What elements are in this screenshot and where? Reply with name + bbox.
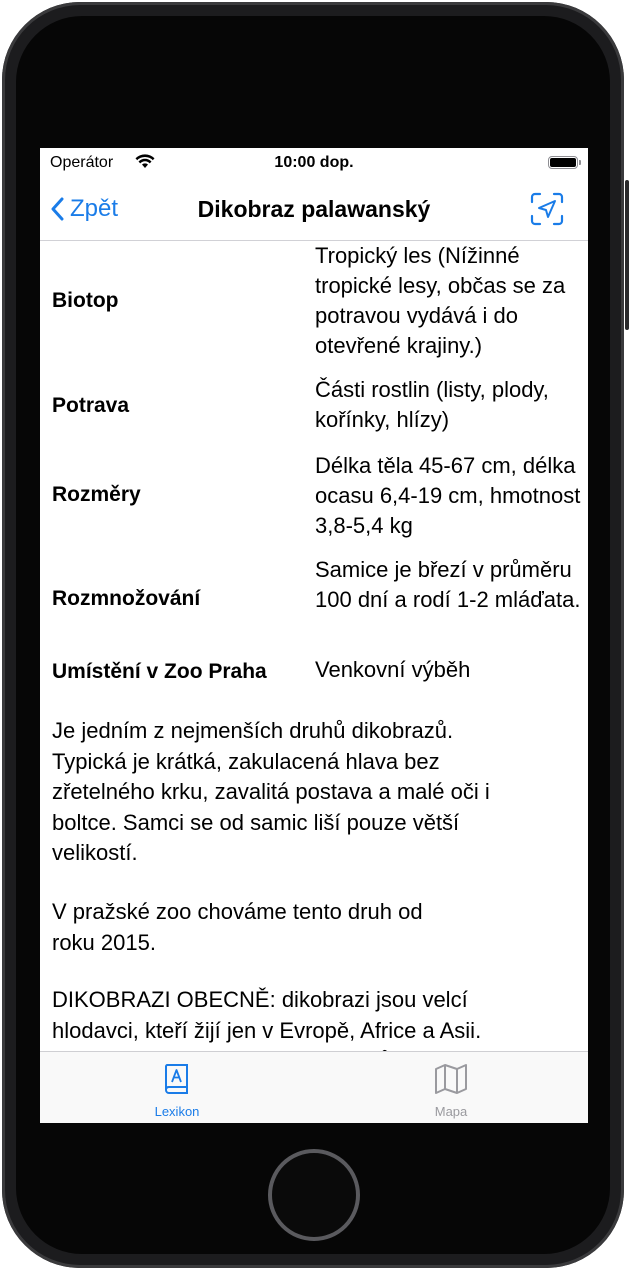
info-value: Tropický les (Nížinné tropické lesy, obč… (315, 243, 566, 358)
tab-lexikon[interactable]: Lexikon (117, 1062, 237, 1119)
info-label: Potrava (52, 394, 130, 417)
info-row-rozmery: Rozměry Délka těla 45-67 cm, délka ocasu… (40, 451, 588, 543)
side-button (625, 180, 629, 330)
locate-on-map-icon[interactable] (530, 192, 564, 231)
navigation-bar: Zpět Dikobraz palawanský (40, 178, 588, 241)
info-row-rozmnozovani: Rozmnožování Samice je březí v průměru 1… (40, 555, 588, 647)
map-icon (435, 1064, 467, 1094)
info-row-umisteni: Umístění v Zoo Praha Venkovní výběh (40, 655, 588, 689)
phone-device: Operátor 10:00 dop. Zpět Dikobraz palawa… (0, 0, 629, 1274)
content-scroll[interactable]: Biotop Tropický les (Nížinné tropické le… (40, 241, 588, 1051)
tab-label: Mapa (434, 1104, 468, 1119)
info-row-biotop: Biotop Tropický les (Nížinné tropické le… (40, 241, 588, 363)
status-time: 10:00 dop. (274, 154, 354, 171)
home-button[interactable] (268, 1149, 360, 1241)
info-value: Délka těla 45-67 cm, délka ocasu 6,4-19 … (315, 453, 581, 538)
status-bar: Operátor 10:00 dop. (40, 148, 588, 178)
info-value: Samice je březí v průměru 100 dní a rodí… (315, 557, 581, 612)
description-paragraph: V pražské zoo chováme tento druh od roku… (52, 899, 423, 955)
page-title: Dikobraz palawanský (197, 196, 431, 222)
info-row-potrava: Potrava Části rostlin (listy, plody, koř… (40, 375, 588, 445)
tab-mapa[interactable]: Mapa (391, 1062, 511, 1119)
info-label: Umístění v Zoo Praha (52, 660, 267, 683)
tab-label: Lexikon (154, 1104, 200, 1119)
info-value: Venkovní výběh (315, 657, 471, 682)
info-label: Rozmnožování (52, 587, 201, 610)
tab-bar: Lexikon Mapa (40, 1051, 588, 1123)
description-paragraph: DIKOBRAZI OBECNĚ: dikobrazi jsou velcí h… (52, 987, 482, 1051)
info-value: Části rostlin (listy, plody, kořínky, hl… (315, 377, 549, 432)
battery-icon (548, 156, 581, 169)
app-screen: Operátor 10:00 dop. Zpět Dikobraz palawa… (40, 148, 588, 1123)
book-icon (164, 1064, 188, 1094)
description-paragraph: Je jedním z nejmenších druhů dikobrazů. … (52, 718, 490, 865)
info-label: Rozměry (52, 483, 141, 506)
info-label: Biotop (52, 289, 119, 312)
